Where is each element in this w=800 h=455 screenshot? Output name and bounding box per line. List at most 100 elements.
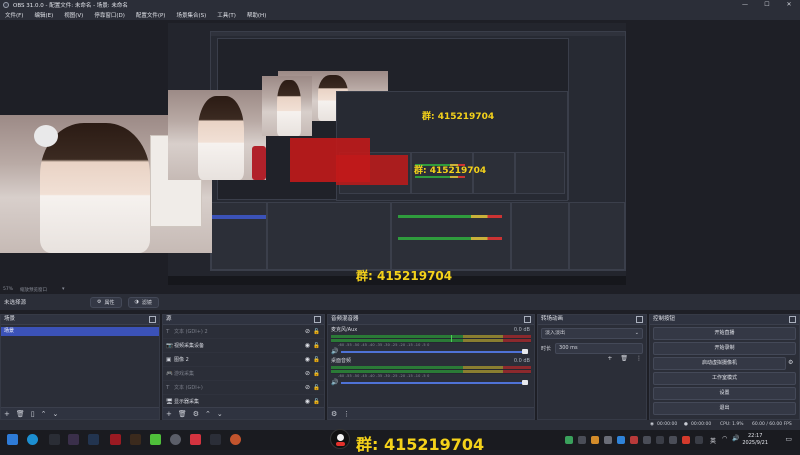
add-source-button[interactable]: + bbox=[166, 409, 172, 419]
source-item[interactable]: 📷 视频采集设备 ◉ 🔓 bbox=[163, 339, 324, 353]
zoom-dropdown-icon[interactable]: ▾ bbox=[62, 286, 65, 292]
move-source-up-button[interactable]: ⌃ bbox=[205, 409, 211, 419]
eye-slash-icon[interactable]: ⊘ bbox=[305, 328, 310, 335]
app-icon[interactable] bbox=[210, 434, 221, 445]
unlock-icon[interactable]: 🔓 bbox=[313, 343, 320, 349]
start-icon[interactable] bbox=[7, 434, 18, 445]
controls-title: 控制按钮 bbox=[653, 316, 676, 322]
move-source-down-button[interactable]: ⌄ bbox=[217, 409, 223, 419]
exit-button[interactable]: 退出 bbox=[653, 402, 796, 415]
menu-tools[interactable]: 工具(T) bbox=[217, 11, 236, 19]
zoom-level: 57% bbox=[3, 287, 14, 292]
tray-icon[interactable] bbox=[682, 436, 690, 444]
maximize-button[interactable]: ☐ bbox=[756, 0, 778, 10]
volume-knob[interactable] bbox=[522, 380, 528, 385]
filters-button[interactable]: ◑ 滤镜 bbox=[127, 296, 159, 308]
tray-icon[interactable] bbox=[630, 436, 638, 444]
undock-icon[interactable] bbox=[789, 316, 796, 323]
app-icon[interactable] bbox=[68, 434, 79, 445]
close-button[interactable]: ✕ bbox=[778, 0, 800, 10]
menu-help[interactable]: 帮助(H) bbox=[247, 11, 266, 19]
undock-icon[interactable] bbox=[314, 316, 321, 323]
unlock-icon[interactable]: 🔓 bbox=[313, 329, 320, 335]
eye-slash-icon[interactable]: ⊘ bbox=[305, 370, 310, 377]
mixer-menu-icon[interactable]: ⋮ bbox=[343, 409, 350, 419]
speaker-icon[interactable]: 🔊 bbox=[331, 379, 338, 386]
tray-icon[interactable] bbox=[643, 436, 651, 444]
transition-menu-button[interactable]: ⋮ bbox=[636, 355, 642, 362]
remove-source-button[interactable]: 🗑 bbox=[178, 409, 187, 419]
tray-icon[interactable] bbox=[617, 436, 625, 444]
start-streaming-button[interactable]: 开始直播 bbox=[653, 327, 796, 340]
app-icon[interactable] bbox=[190, 434, 201, 445]
unlock-icon[interactable]: 🔓 bbox=[313, 385, 320, 391]
remove-transition-button[interactable]: 🗑 bbox=[620, 355, 628, 362]
start-recording-button[interactable]: 开始录制 bbox=[653, 342, 796, 355]
mixer-settings-icon[interactable]: ⚙ bbox=[331, 409, 337, 419]
tray-icon[interactable] bbox=[578, 436, 586, 444]
obs-taskbar-icon[interactable] bbox=[170, 434, 181, 445]
menu-docks[interactable]: 停靠窗口(D) bbox=[94, 11, 125, 19]
tray-icon[interactable] bbox=[669, 436, 677, 444]
app-icon[interactable] bbox=[49, 434, 60, 445]
virtual-camera-gear-icon[interactable]: ⚙ bbox=[788, 359, 796, 366]
eye-icon[interactable]: ◉ bbox=[305, 398, 310, 405]
tray-icon[interactable] bbox=[604, 436, 612, 444]
tray-icon[interactable] bbox=[656, 436, 664, 444]
undock-icon[interactable] bbox=[149, 316, 156, 323]
source-list: T 文本 (GDI+) 2 ⊘ 🔓 📷 视频采集设备 ◉ 🔓 ▣ 图像 2 ◉ 🔓 🎮 游戏采集 ⊘ 🔓 T 文本… bbox=[163, 325, 324, 409]
volume-slider[interactable] bbox=[341, 382, 526, 384]
properties-button[interactable]: ⚙ 属性 bbox=[90, 296, 122, 308]
source-properties-button[interactable]: ⚙ bbox=[193, 409, 199, 419]
start-virtual-camera-button[interactable]: 启动虚拟摄像机 bbox=[653, 357, 786, 370]
taskbar-clock[interactable]: 22:17 2025/9/21 bbox=[742, 433, 768, 447]
studio-mode-button[interactable]: 工作室模式 bbox=[653, 372, 796, 385]
move-scene-up-button[interactable]: ⌃ bbox=[41, 409, 47, 419]
volume-knob[interactable] bbox=[522, 349, 528, 354]
menu-profile[interactable]: 配置文件(P) bbox=[136, 11, 166, 19]
tray-icon[interactable] bbox=[591, 436, 599, 444]
eye-icon[interactable]: ◉ bbox=[305, 342, 310, 349]
duration-input[interactable]: 300 ms bbox=[555, 343, 643, 354]
volume-icon[interactable]: 🔊 bbox=[732, 435, 739, 442]
preview-canvas[interactable]: 群: 415219704 群: 415219704 群: 415219704 bbox=[0, 20, 800, 285]
unlock-icon[interactable]: 🔓 bbox=[313, 371, 320, 377]
source-item[interactable]: 🎮 游戏采集 ⊘ 🔓 bbox=[163, 367, 324, 381]
scene-item[interactable]: 场景 bbox=[1, 327, 159, 336]
move-scene-down-button[interactable]: ⌄ bbox=[53, 409, 59, 419]
minimize-button[interactable]: — bbox=[734, 0, 756, 10]
notification-icon[interactable]: ▭ bbox=[785, 435, 792, 443]
steam-icon[interactable] bbox=[88, 434, 99, 445]
source-item[interactable]: ▣ 图像 2 ◉ 🔓 bbox=[163, 353, 324, 367]
undock-icon[interactable] bbox=[524, 316, 531, 323]
settings-button[interactable]: 设置 bbox=[653, 387, 796, 400]
source-item[interactable]: T 文本 (GDI+) 2 ⊘ 🔓 bbox=[163, 325, 324, 339]
source-item[interactable]: T 文本 (GDI+) ⊘ 🔓 bbox=[163, 381, 324, 395]
app-icon[interactable] bbox=[230, 434, 241, 445]
add-scene-button[interactable]: + bbox=[4, 409, 10, 419]
menu-file[interactable]: 文件(F) bbox=[5, 11, 23, 19]
app-icon[interactable] bbox=[130, 434, 141, 445]
browser-icon[interactable] bbox=[27, 434, 38, 445]
tray-icon[interactable] bbox=[565, 436, 573, 444]
speaker-icon[interactable]: 🔊 bbox=[331, 348, 338, 355]
menu-edit[interactable]: 编辑(E) bbox=[34, 11, 53, 19]
tray-icon[interactable] bbox=[695, 436, 703, 444]
taskbar: 群: 415219704 英 ◠ 🔊 22:17 2025/9/21 ▭ bbox=[0, 430, 800, 454]
volume-slider[interactable] bbox=[341, 351, 526, 353]
app-icon[interactable] bbox=[150, 434, 161, 445]
menu-scene-collection[interactable]: 场景集合(S) bbox=[176, 11, 206, 19]
language-indicator[interactable]: 英 bbox=[710, 436, 716, 445]
eye-slash-icon[interactable]: ⊘ bbox=[305, 384, 310, 391]
unlock-icon[interactable]: 🔓 bbox=[313, 399, 320, 405]
remove-scene-button[interactable]: 🗑 bbox=[16, 409, 25, 419]
scene-filters-button[interactable]: ▯ bbox=[31, 409, 35, 419]
network-icon[interactable]: ◠ bbox=[722, 435, 727, 442]
unlock-icon[interactable]: 🔓 bbox=[313, 357, 320, 363]
menu-view[interactable]: 视图(V) bbox=[64, 11, 83, 19]
transition-select[interactable]: 淡入淡出 ⌄ bbox=[541, 328, 643, 339]
app-icon[interactable] bbox=[110, 434, 121, 445]
eye-icon[interactable]: ◉ bbox=[305, 356, 310, 363]
undock-icon[interactable] bbox=[636, 316, 643, 323]
add-transition-button[interactable]: + bbox=[607, 355, 612, 362]
